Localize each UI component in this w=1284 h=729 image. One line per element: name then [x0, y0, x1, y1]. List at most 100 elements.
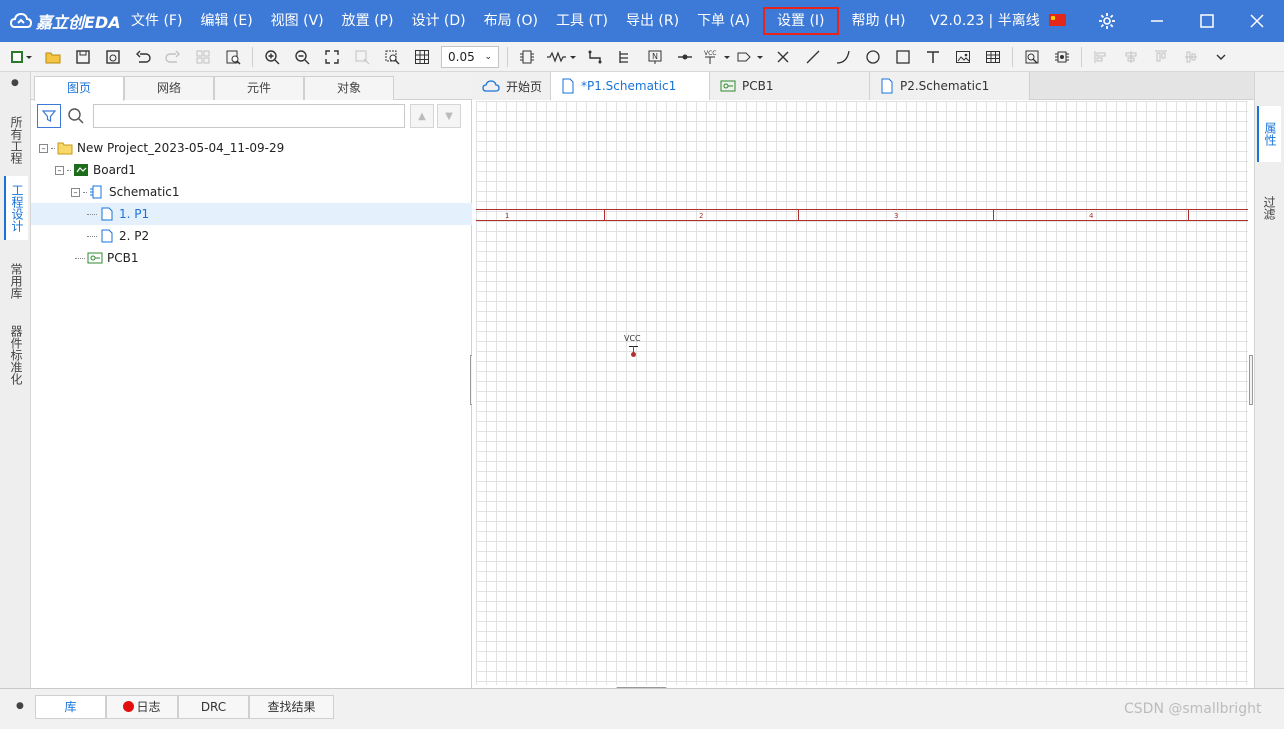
new-project-icon[interactable] — [6, 44, 36, 70]
menu-edit[interactable]: 编辑 (E) — [191, 7, 261, 35]
undo-icon[interactable] — [130, 44, 156, 70]
tab-pages[interactable]: 图页 — [34, 76, 124, 101]
gear-icon[interactable] — [1087, 0, 1127, 42]
place-bus-icon[interactable] — [612, 44, 638, 70]
vcc-net-label[interactable]: VCC — [624, 334, 641, 343]
align-left-icon[interactable] — [1088, 44, 1114, 70]
grid-icon[interactable] — [409, 44, 435, 70]
doc-tab-pcb1[interactable]: PCB1 — [710, 72, 870, 100]
save-history-icon[interactable] — [100, 44, 126, 70]
drc-check-icon[interactable] — [1019, 44, 1045, 70]
image-icon[interactable] — [950, 44, 976, 70]
menu-export[interactable]: 导出 (R) — [617, 7, 688, 35]
schematic-canvas[interactable]: 1 2 3 4 VCC — [476, 101, 1248, 685]
filter-icon[interactable] — [37, 104, 61, 128]
tab-objects[interactable]: 对象 — [304, 76, 394, 100]
fit-all-icon[interactable] — [319, 44, 345, 70]
menu-file[interactable]: 文件 (F) — [122, 7, 191, 35]
vcc-pin-dot[interactable] — [631, 352, 636, 357]
table-icon[interactable] — [980, 44, 1006, 70]
editor-area: 开始页 *P1.Schematic1 PCB1 P2.Schematic1 1 … — [472, 72, 1254, 688]
bottom-tab-library[interactable]: 库 — [35, 695, 106, 719]
no-connect-icon[interactable] — [770, 44, 796, 70]
tree-item-page-p1[interactable]: 1. P1 — [31, 203, 472, 225]
collapse-toggle[interactable]: – — [39, 143, 48, 153]
zoom-out-icon[interactable] — [289, 44, 315, 70]
tree-item-pcb[interactable]: PCB1 — [31, 247, 472, 269]
circle-icon[interactable] — [860, 44, 886, 70]
collapse-toggle[interactable]: – — [55, 165, 64, 175]
zone-label: 4 — [1089, 212, 1094, 220]
menu-design[interactable]: 设计 (D) — [402, 7, 474, 35]
china-flag-icon[interactable] — [1049, 14, 1066, 26]
save-icon[interactable] — [70, 44, 96, 70]
menu-layout[interactable]: 布局 (O) — [475, 7, 547, 35]
align-middle-icon[interactable] — [1178, 44, 1204, 70]
tree-item-board[interactable]: – Board1 — [31, 159, 472, 181]
place-wire-icon[interactable] — [582, 44, 608, 70]
vtab-all-projects[interactable]: 所有工程 — [4, 110, 28, 170]
net-flag-icon[interactable] — [736, 44, 766, 70]
find-replace-icon[interactable] — [220, 44, 246, 70]
menu-view[interactable]: 视图 (V) — [262, 7, 333, 35]
tree-item-page-p2[interactable]: 2. P2 — [31, 225, 472, 247]
main-toolbar: 0.05 ⌄ N VCC — [0, 42, 1284, 72]
right-panel-collapse-handle[interactable] — [1249, 355, 1253, 405]
align-center-icon[interactable] — [1118, 44, 1144, 70]
vtab-device-standardization[interactable]: 器件标准化 — [4, 320, 28, 390]
arc-icon[interactable] — [830, 44, 856, 70]
tree-item-project[interactable]: – New Project_2023-05-04_11-09-29 — [31, 137, 472, 159]
bottom-tab-drc[interactable]: DRC — [178, 695, 249, 719]
vtab-project-design[interactable]: 工程设计 — [4, 176, 28, 240]
place-component-icon[interactable] — [514, 44, 540, 70]
pin-icon[interactable]: ● — [11, 78, 19, 88]
menu-settings[interactable]: 设置 (I) — [763, 7, 839, 35]
pin-icon[interactable]: ● — [16, 701, 24, 711]
toolbar-more-icon[interactable] — [1208, 44, 1234, 70]
minimize-icon[interactable] — [1137, 0, 1177, 42]
tree-item-schematic[interactable]: – Schematic1 — [31, 181, 472, 203]
vtab-common-library[interactable]: 常用库 — [4, 256, 28, 306]
footprint-manager-icon[interactable] — [1049, 44, 1075, 70]
grid-size-select[interactable]: 0.05 ⌄ — [441, 45, 499, 68]
bottom-tab-log[interactable]: 日志 — [106, 695, 178, 719]
zoom-area-icon[interactable] — [379, 44, 405, 70]
net-label-icon[interactable]: N — [642, 44, 668, 70]
menu-order[interactable]: 下单 (A) — [688, 7, 759, 35]
vtab-filter[interactable]: 过滤 — [1257, 180, 1281, 236]
zoom-selection-icon[interactable] — [349, 44, 375, 70]
zoom-in-icon[interactable] — [259, 44, 285, 70]
net-port-icon[interactable] — [672, 44, 698, 70]
maximize-icon[interactable] — [1187, 0, 1227, 42]
menu-tools[interactable]: 工具 (T) — [547, 7, 617, 35]
close-icon[interactable] — [1237, 0, 1277, 42]
doc-tab-label: *P1.Schematic1 — [581, 79, 677, 93]
doc-tab-start-page[interactable]: 开始页 — [472, 72, 551, 100]
tree-label: New Project_2023-05-04_11-09-29 — [77, 141, 285, 155]
collapse-toggle[interactable]: – — [71, 187, 80, 197]
power-flag-icon[interactable]: VCC — [702, 44, 732, 70]
tab-nets[interactable]: 网络 — [124, 76, 214, 100]
text-icon[interactable] — [920, 44, 946, 70]
search-input[interactable] — [93, 104, 405, 128]
search-next-button[interactable]: ▼ — [437, 104, 461, 128]
menu-help[interactable]: 帮助 (H) — [843, 7, 915, 35]
search-prev-button[interactable]: ▲ — [410, 104, 434, 128]
panel-tabs: 图页 网络 元件 对象 — [31, 72, 472, 101]
cross-probe-icon[interactable] — [190, 44, 216, 70]
tab-components[interactable]: 元件 — [214, 76, 304, 100]
line-icon[interactable] — [800, 44, 826, 70]
redo-icon[interactable] — [160, 44, 186, 70]
open-folder-icon[interactable] — [40, 44, 66, 70]
doc-tab-p2-schematic[interactable]: P2.Schematic1 — [870, 72, 1030, 100]
align-top-icon[interactable] — [1148, 44, 1174, 70]
tree-connector — [87, 213, 97, 215]
menu-place[interactable]: 放置 (P) — [333, 7, 403, 35]
bottom-tab-search-results[interactable]: 查找结果 — [249, 695, 334, 719]
doc-tab-p1-schematic[interactable]: *P1.Schematic1 — [551, 72, 710, 100]
page-icon — [562, 78, 574, 94]
place-resistor-icon[interactable] — [544, 44, 578, 70]
sheet-frame-border: 1 2 3 4 — [476, 209, 1248, 221]
rectangle-icon[interactable] — [890, 44, 916, 70]
vtab-properties[interactable]: 属性 — [1257, 106, 1281, 162]
